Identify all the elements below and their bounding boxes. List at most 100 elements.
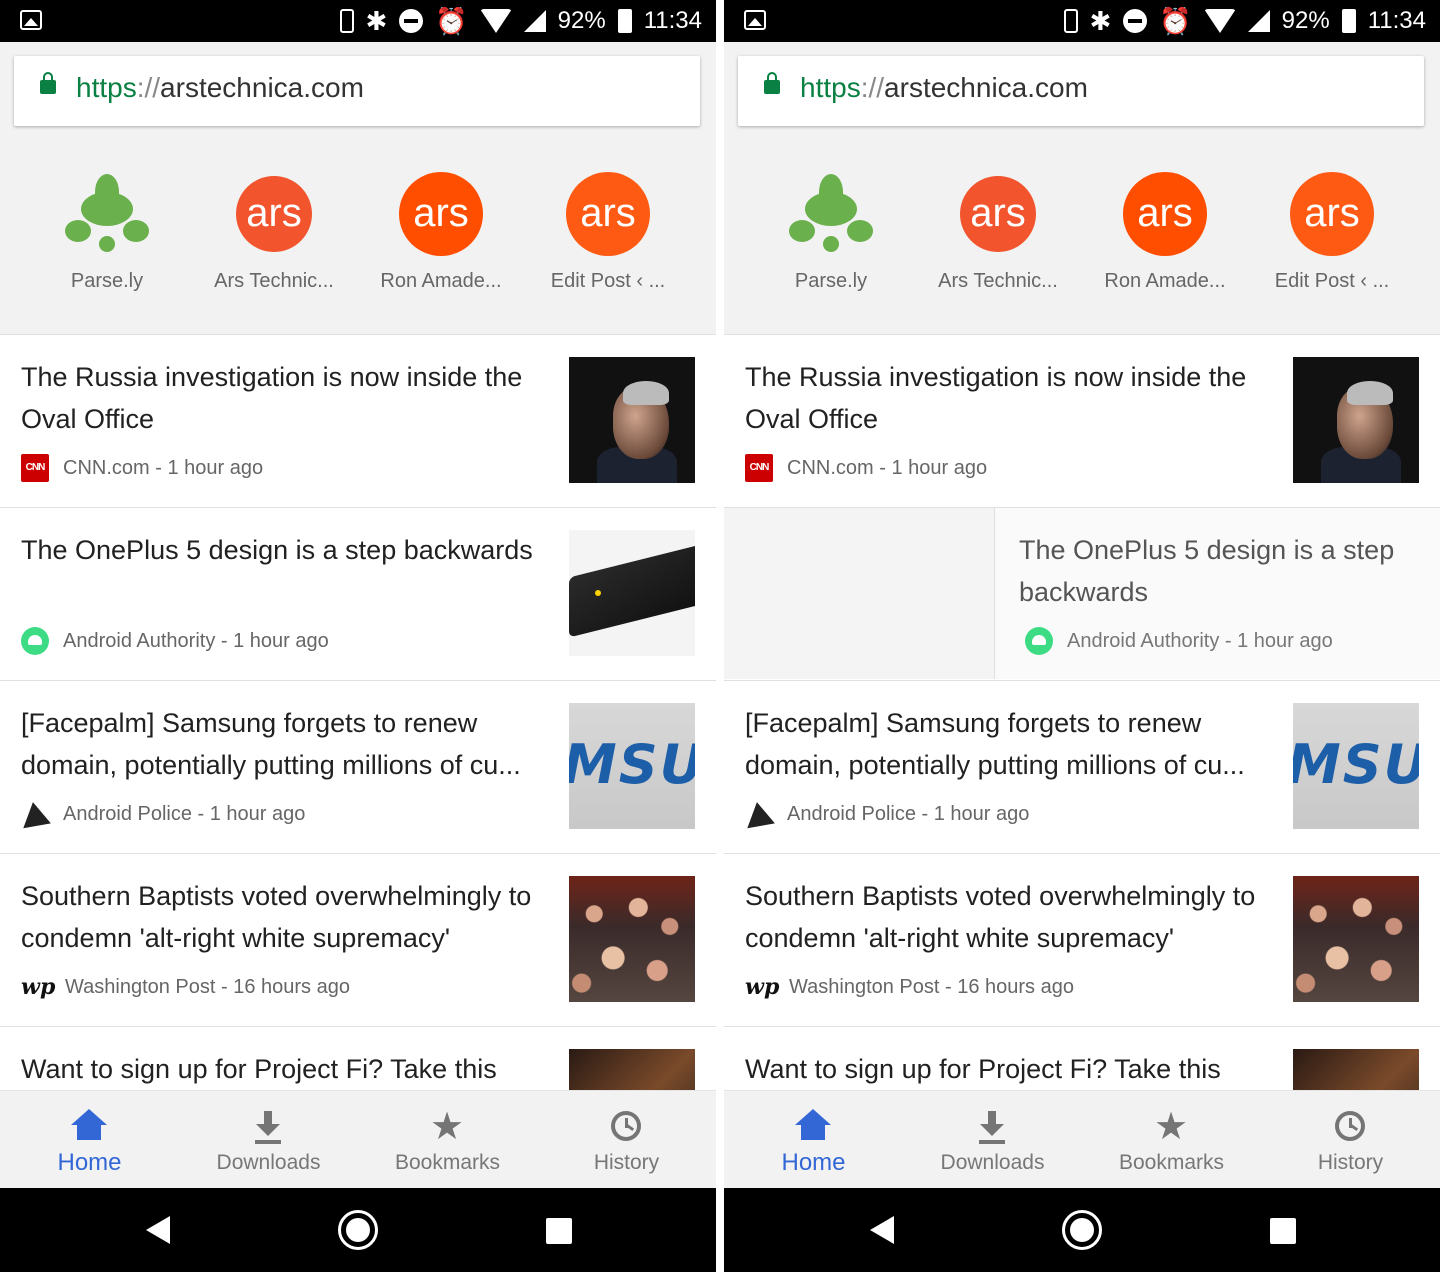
tile-parsely[interactable]: Parse.ly: [746, 172, 916, 293]
lock-icon: [764, 72, 780, 94]
article-feed[interactable]: The Russia investigation is now inside t…: [724, 334, 1440, 1090]
tile-edit-post[interactable]: ars Edit Post ‹ ...: [1247, 172, 1417, 293]
article-card[interactable]: The Russia investigation is now inside t…: [724, 334, 1440, 506]
nav-bookmarks[interactable]: ★ Bookmarks: [1082, 1091, 1261, 1189]
nav-label: Bookmarks: [1118, 1151, 1225, 1174]
article-source: CNN.com - 1 hour ago: [787, 456, 988, 479]
article-thumbnail: [569, 1049, 695, 1090]
new-tab-top: https://arstechnica.com Parse.ly ars Ars…: [0, 42, 716, 334]
article-card-swiping[interactable]: The OnePlus 5 design is a step backwards…: [724, 507, 1440, 679]
tile-parsely[interactable]: Parse.ly: [22, 172, 192, 293]
wifi-icon: [1203, 9, 1236, 33]
wifi-icon: [479, 9, 512, 33]
most-visited-tiles: Parse.ly ars Ars Technic... ars Ron Amad…: [724, 172, 1440, 312]
nav-label: Home: [781, 1149, 846, 1176]
article-meta: CNN CNN.com - 1 hour ago: [745, 453, 987, 483]
tile-ars-technica[interactable]: ars Ars Technic...: [189, 172, 359, 293]
article-title: The Russia investigation is now inside t…: [21, 362, 523, 434]
tile-label: Ars Technic...: [214, 270, 334, 292]
article-thumbnail: MSUN: [1293, 703, 1419, 829]
back-icon[interactable]: [146, 1216, 170, 1244]
nav-home[interactable]: Home: [724, 1091, 903, 1189]
home-button-icon[interactable]: [338, 1210, 378, 1250]
article-meta: Android Police - 1 hour ago: [743, 799, 1030, 829]
article-title: Want to sign up for Project Fi? Take thi…: [745, 1054, 1221, 1084]
ars-logo-icon: ars: [236, 176, 312, 252]
nav-label: Bookmarks: [394, 1151, 501, 1174]
signal-icon: [523, 10, 546, 32]
article-card[interactable]: [Facepalm] Samsung forgets to renew doma…: [724, 680, 1440, 852]
nav-home[interactable]: Home: [0, 1091, 179, 1189]
system-navigation-bar: [0, 1188, 716, 1272]
article-source: Android Authority - 1 hour ago: [1067, 629, 1333, 652]
tile-ron-amadeo[interactable]: ars Ron Amade...: [356, 172, 526, 293]
ars-logo-icon: ars: [1290, 172, 1374, 256]
battery-percent: 92%: [1281, 7, 1330, 34]
tile-ars-technica[interactable]: ars Ars Technic...: [913, 172, 1083, 293]
bottom-navigation: Home Downloads ★ Bookmarks History: [0, 1090, 716, 1188]
nav-history[interactable]: History: [1261, 1091, 1440, 1189]
article-source: Washington Post - 16 hours ago: [65, 975, 350, 998]
home-button-icon[interactable]: [1062, 1210, 1102, 1250]
article-meta: Android Authority - 1 hour ago: [1025, 626, 1333, 656]
tile-label: Ron Amade...: [1104, 270, 1226, 292]
article-source: Washington Post - 16 hours ago: [789, 975, 1074, 998]
image-notification-icon: [20, 10, 42, 30]
url-bar[interactable]: https://arstechnica.com: [738, 56, 1424, 126]
status-bar: ✱ ⏰ 92% 11:34: [0, 0, 716, 42]
article-card[interactable]: The OnePlus 5 design is a step backwards…: [0, 507, 716, 679]
ars-logo-icon: ars: [399, 172, 483, 256]
nav-label: History: [593, 1151, 660, 1174]
battery-icon: [1341, 9, 1356, 33]
article-thumbnail: [1293, 876, 1419, 1002]
article-card[interactable]: Want to sign up for Project Fi? Take thi…: [724, 1026, 1440, 1090]
article-title: Southern Baptists voted overwhelmingly t…: [745, 881, 1256, 953]
article-title: Southern Baptists voted overwhelmingly t…: [21, 881, 532, 953]
tile-edit-post[interactable]: ars Edit Post ‹ ...: [523, 172, 693, 293]
nav-bookmarks[interactable]: ★ Bookmarks: [358, 1091, 537, 1189]
article-thumbnail: [569, 357, 695, 483]
article-thumbnail: [1293, 1049, 1419, 1090]
android-authority-icon: [21, 627, 49, 655]
article-feed[interactable]: The Russia investigation is now inside t…: [0, 334, 716, 1090]
nav-label: History: [1317, 1151, 1384, 1174]
article-card[interactable]: Want to sign up for Project Fi? Take thi…: [0, 1026, 716, 1090]
status-icons: ✱ ⏰ 92% 11:34: [339, 0, 702, 42]
back-icon[interactable]: [870, 1216, 894, 1244]
tile-label: Ron Amade...: [380, 270, 502, 292]
nav-history[interactable]: History: [537, 1091, 716, 1189]
status-bar: ✱ ⏰ 92% 11:34: [724, 0, 1440, 42]
nav-downloads[interactable]: Downloads: [179, 1091, 358, 1189]
article-card[interactable]: Southern Baptists voted overwhelmingly t…: [724, 853, 1440, 1025]
article-meta: Android Authority - 1 hour ago: [21, 626, 329, 656]
tile-label: Edit Post ‹ ...: [550, 270, 666, 292]
parsely-leaf-icon: [65, 172, 149, 256]
divider: [716, 0, 724, 1272]
article-card[interactable]: [Facepalm] Samsung forgets to renew doma…: [0, 680, 716, 852]
star-icon: ★: [429, 1106, 465, 1148]
nav-label: Downloads: [940, 1151, 1045, 1174]
swiped-card-content[interactable]: The OnePlus 5 design is a step backwards…: [994, 508, 1440, 679]
recents-icon[interactable]: [546, 1218, 572, 1244]
system-navigation-bar: [724, 1188, 1440, 1272]
url-bar[interactable]: https://arstechnica.com: [14, 56, 700, 126]
tile-label: Parse.ly: [70, 270, 144, 292]
article-card[interactable]: Southern Baptists voted overwhelmingly t…: [0, 853, 716, 1025]
url-host: arstechnica.com: [160, 72, 364, 103]
phone-icon: [1063, 9, 1078, 33]
android-police-icon: [19, 799, 51, 829]
url-scheme: https: [76, 72, 137, 103]
lock-icon: [40, 72, 56, 94]
android-authority-icon: [1025, 627, 1053, 655]
article-source: Android Police - 1 hour ago: [787, 802, 1030, 825]
washington-post-icon: wp: [745, 974, 780, 1000]
article-thumbnail: MSUN: [569, 703, 695, 829]
download-icon: [250, 1109, 286, 1145]
nav-downloads[interactable]: Downloads: [903, 1091, 1082, 1189]
tile-ron-amadeo[interactable]: ars Ron Amade...: [1080, 172, 1250, 293]
recents-icon[interactable]: [1270, 1218, 1296, 1244]
url-text[interactable]: https://arstechnica.com: [76, 72, 364, 104]
url-text[interactable]: https://arstechnica.com: [800, 72, 1088, 104]
article-card[interactable]: The Russia investigation is now inside t…: [0, 334, 716, 506]
url-host: arstechnica.com: [884, 72, 1088, 103]
